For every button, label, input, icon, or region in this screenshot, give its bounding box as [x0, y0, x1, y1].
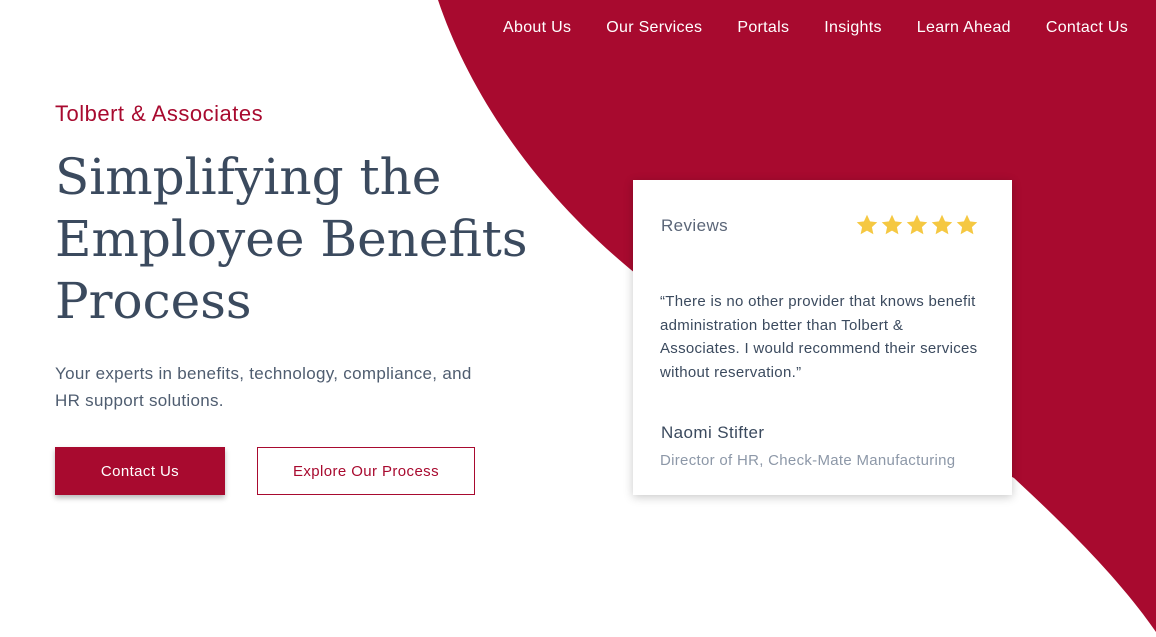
- star-icon: [881, 214, 903, 235]
- star-icon: [906, 214, 928, 235]
- hero-title: Simplifying the Employee Benefits Proces…: [55, 148, 528, 330]
- top-navigation: About Us Our Services Portals Insights L…: [503, 19, 1128, 37]
- brand-name: Tolbert & Associates: [55, 101, 264, 126]
- nav-contact-us[interactable]: Contact Us: [1046, 19, 1128, 37]
- reviewer-title: Director of HR, Check-Mate Manufacturing: [660, 452, 956, 469]
- explore-process-button[interactable]: Explore Our Process: [257, 447, 475, 495]
- star-rating: [855, 213, 979, 237]
- star-icon: [856, 214, 878, 235]
- nav-about-us[interactable]: About Us: [503, 19, 571, 37]
- review-card: Reviews “There is no other provider that…: [633, 180, 1012, 495]
- hero-subtitle: Your experts in benefits, technology, co…: [55, 364, 472, 410]
- contact-us-button[interactable]: Contact Us: [55, 447, 225, 495]
- reviewer-name: Naomi Stifter: [661, 423, 765, 442]
- nav-portals[interactable]: Portals: [737, 19, 789, 37]
- review-quote: “There is no other provider that knows b…: [660, 293, 978, 381]
- nav-our-services[interactable]: Our Services: [606, 19, 702, 37]
- nav-insights[interactable]: Insights: [824, 19, 882, 37]
- star-icon: [956, 214, 978, 235]
- star-icon: [931, 214, 953, 235]
- nav-learn-ahead[interactable]: Learn Ahead: [917, 19, 1011, 37]
- reviews-heading: Reviews: [661, 216, 729, 235]
